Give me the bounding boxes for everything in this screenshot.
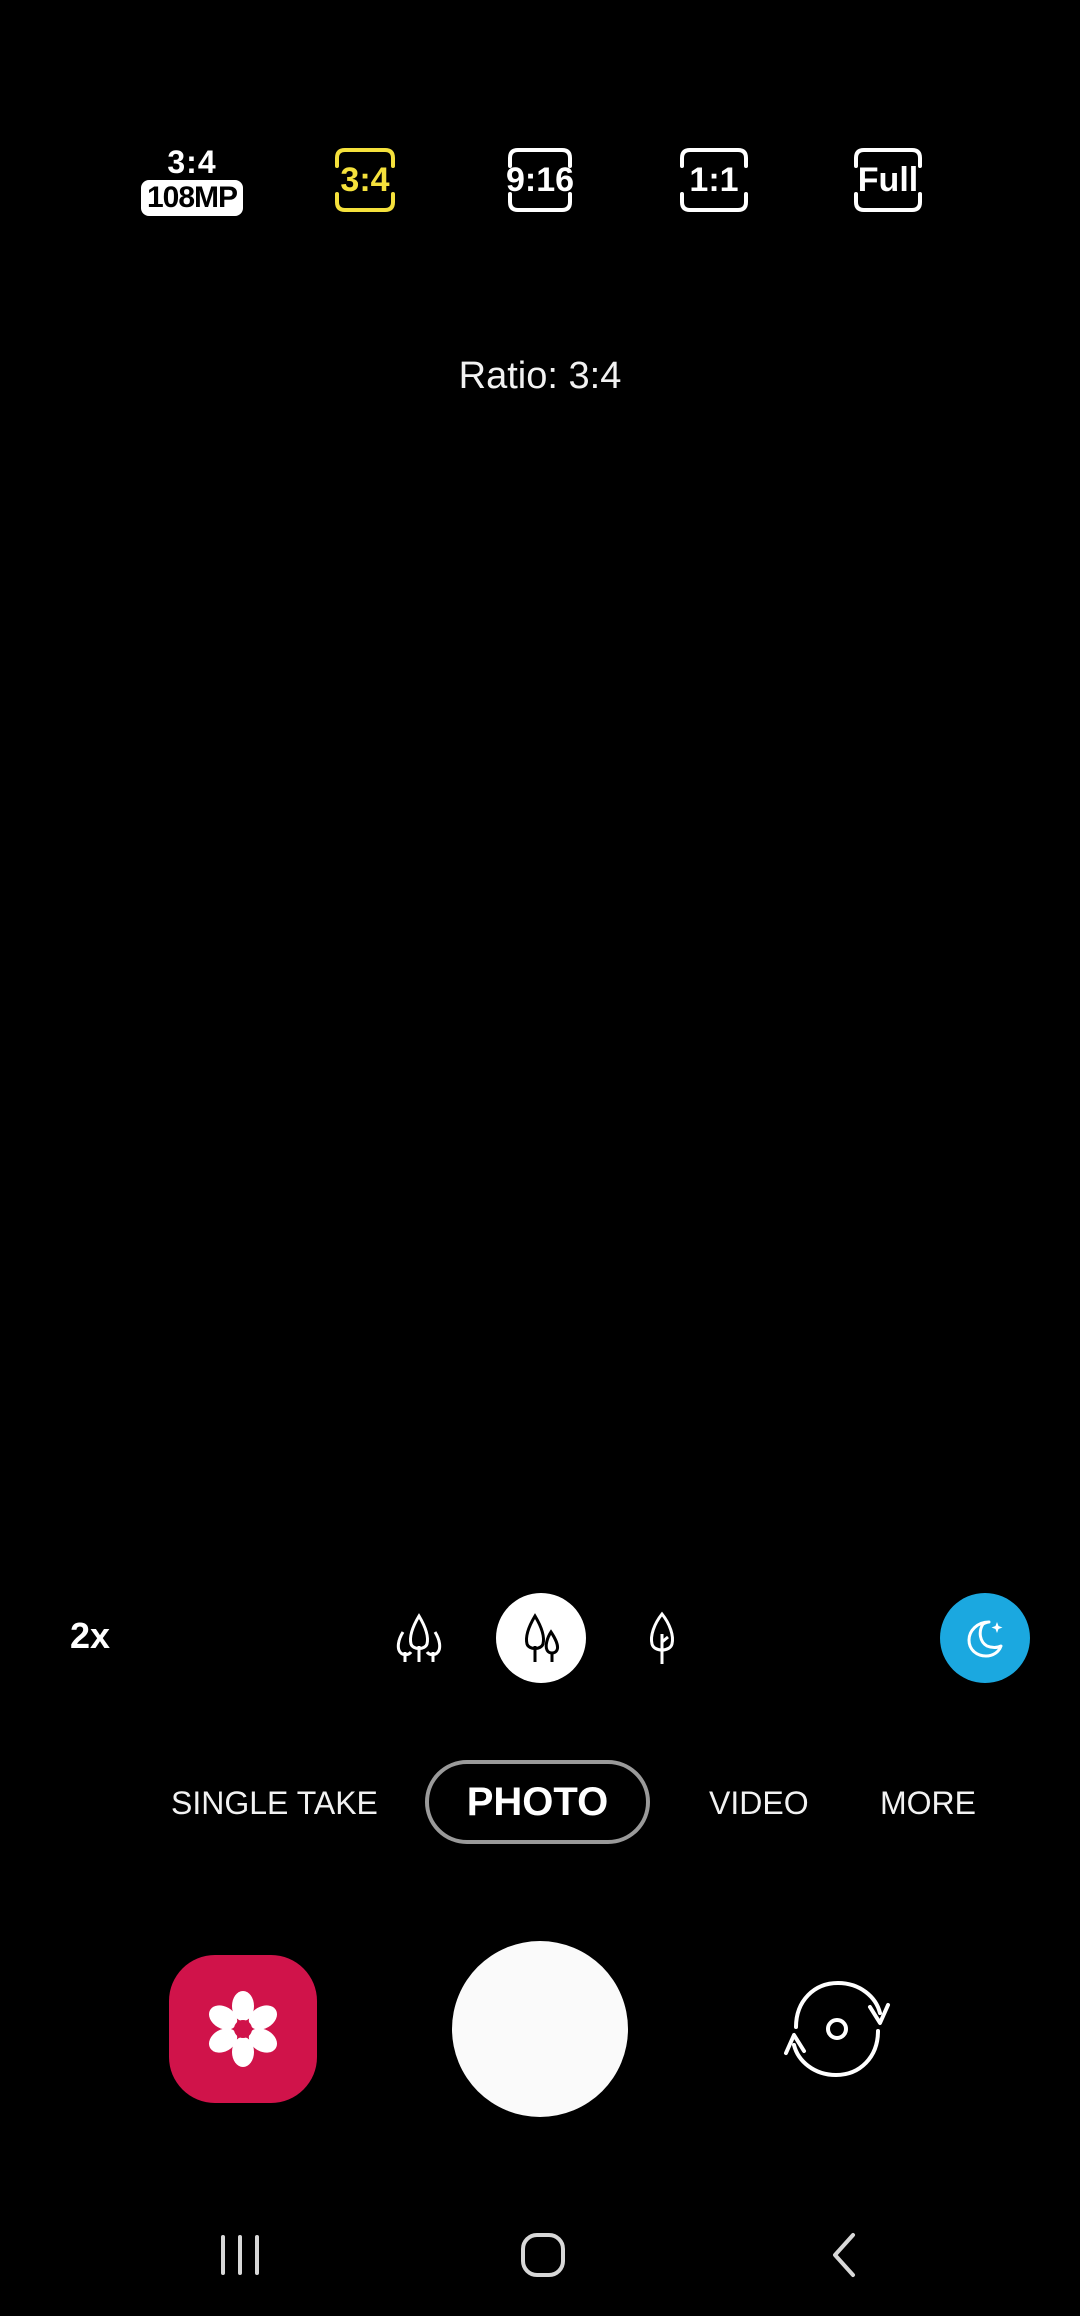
moon-icon xyxy=(967,1620,1003,1658)
wide-trees-icon xyxy=(525,1613,559,1662)
ratio-option-3-4[interactable]: 3:4 xyxy=(300,130,430,230)
flower-gallery-icon xyxy=(208,1991,278,2067)
gallery-button[interactable] xyxy=(169,1955,317,2103)
megapixel-badge: 108MP xyxy=(140,180,244,216)
mode-video[interactable]: VIDEO xyxy=(709,1785,809,1822)
night-mode-button[interactable] xyxy=(940,1593,1030,1683)
ratio-label: 3:4 xyxy=(167,144,217,180)
mode-single-take[interactable]: SINGLE TAKE xyxy=(171,1785,378,1822)
home-button[interactable] xyxy=(493,2225,593,2285)
ratio-option-9-16[interactable]: 9:16 xyxy=(475,130,605,230)
switch-camera-button[interactable] xyxy=(760,1960,912,2100)
ultra-wide-trees-icon xyxy=(396,1613,442,1662)
ratio-option-3-4-108mp[interactable]: 3:4 108MP xyxy=(127,130,257,230)
back-button[interactable] xyxy=(795,2225,895,2285)
ratio-label: 3:4 xyxy=(340,160,390,199)
ratio-label: Full xyxy=(857,160,919,199)
mode-more[interactable]: MORE xyxy=(880,1785,976,1822)
home-icon xyxy=(521,2233,565,2277)
ultra-wide-lens-button[interactable] xyxy=(374,1593,464,1683)
ratio-selector: 3:4 108MP 3:4 9:16 1:1 Full xyxy=(0,130,1080,230)
ratio-option-1-1[interactable]: 1:1 xyxy=(649,130,779,230)
mode-photo[interactable]: PHOTO xyxy=(425,1760,650,1844)
zoom-level-button[interactable]: 2x xyxy=(70,1615,110,1657)
telephoto-lens-button[interactable] xyxy=(617,1593,707,1683)
switch-camera-icon xyxy=(784,1980,890,2078)
ratio-label: 1:1 xyxy=(689,160,739,199)
ratio-caption: Ratio: 3:4 xyxy=(458,355,622,397)
recent-apps-icon xyxy=(221,2235,259,2275)
recent-apps-button[interactable] xyxy=(190,2225,290,2285)
back-icon xyxy=(833,2233,855,2277)
shutter-button[interactable] xyxy=(452,1941,628,2117)
ratio-label: 9:16 xyxy=(505,160,575,199)
telephoto-tree-icon xyxy=(650,1611,674,1664)
wide-lens-button[interactable] xyxy=(496,1593,586,1683)
ratio-option-full[interactable]: Full xyxy=(823,130,953,230)
